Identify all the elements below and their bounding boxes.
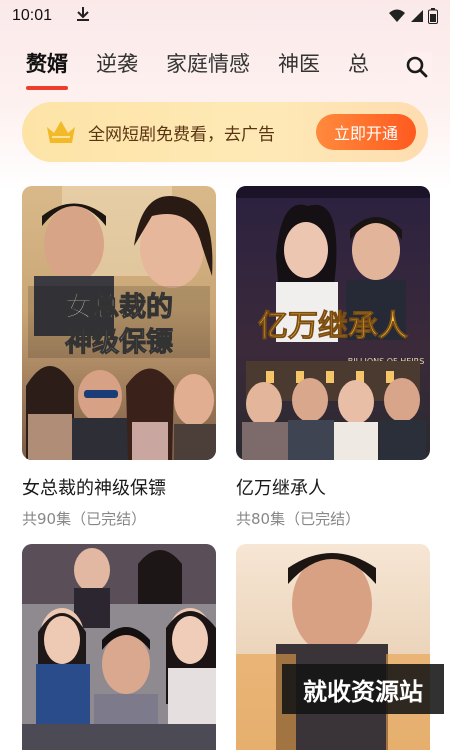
drama-episodes: 共80集（已完结） — [236, 510, 361, 528]
tab-nixi[interactable]: 逆袭 — [96, 44, 138, 84]
vip-banner-text: 全网短剧免费看，去广告 — [88, 124, 275, 145]
watermark: 就收资源站 — [282, 664, 444, 714]
drama-episodes: 共90集（已完结） — [22, 510, 147, 528]
tab-shenyi[interactable]: 神医 — [278, 44, 320, 84]
tab-zong[interactable]: 总 — [348, 44, 369, 84]
drama-card[interactable] — [236, 544, 430, 750]
crown-icon — [47, 121, 75, 143]
tab-family-emotion[interactable]: 家庭情感 — [166, 44, 250, 84]
status-bar: 10:01 — [0, 0, 450, 32]
drama-poster[interactable] — [22, 544, 216, 750]
drama-poster[interactable] — [236, 544, 430, 750]
drama-poster[interactable]: 女总裁的 神级保镖 — [22, 186, 216, 460]
drama-poster[interactable]: 亿万继承人 BILLIONS OF HEIRS — [236, 186, 430, 460]
status-time: 10:01 — [12, 7, 53, 24]
category-tabs: 赘婿 逆袭 家庭情感 神医 总 — [0, 44, 450, 92]
poster-title-line2: 神级保镖 — [65, 326, 173, 358]
tab-zhuixu[interactable]: 赘婿 — [26, 44, 68, 90]
drama-card[interactable]: 女总裁的 神级保镖 女总裁的神级保镖 共90集（已完结） — [22, 186, 216, 529]
activate-now-button[interactable]: 立即开通 — [316, 114, 416, 150]
search-button[interactable] — [402, 52, 432, 82]
wifi-icon — [389, 9, 405, 22]
poster-title: 亿万继承人 — [258, 309, 408, 344]
drama-title[interactable]: 女总裁的神级保镖 — [22, 474, 216, 500]
download-arrow-icon — [76, 6, 90, 26]
status-icons — [388, 8, 438, 24]
drama-title[interactable]: 亿万继承人 — [236, 474, 430, 500]
signal-icon — [411, 10, 423, 22]
search-icon — [406, 56, 428, 78]
battery-icon — [428, 8, 438, 24]
drama-card[interactable] — [22, 544, 216, 750]
drama-card[interactable]: 亿万继承人 BILLIONS OF HEIRS 亿万继承人 — [236, 186, 430, 529]
poster-title-line1: 女总裁的 — [65, 291, 173, 323]
vip-banner[interactable]: 全网短剧免费看，去广告 立即开通 — [22, 102, 428, 162]
